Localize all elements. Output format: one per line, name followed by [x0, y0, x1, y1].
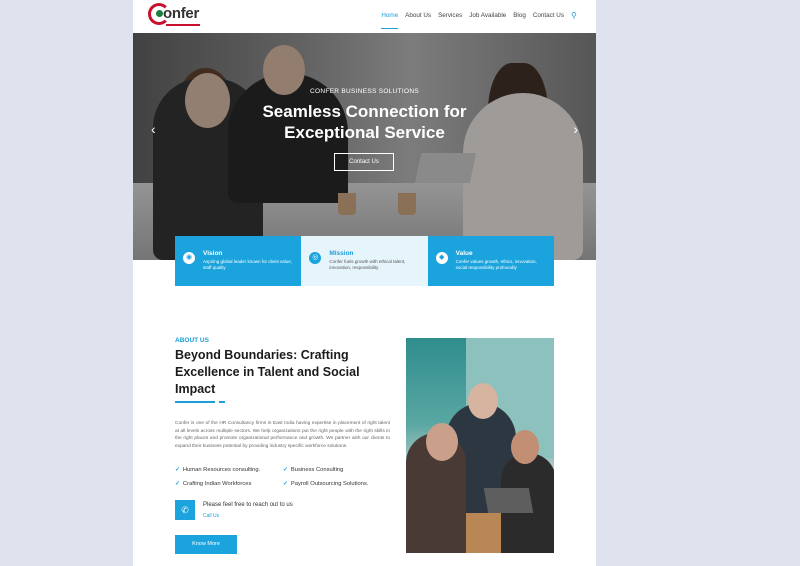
diamond-icon: ◆ [435, 252, 448, 264]
check-item: ✓ Crafting Indian Workforces [175, 481, 283, 487]
card-title: Vision [203, 250, 223, 257]
know-more-button[interactable]: Know More [175, 535, 237, 554]
check-item: ✓ Business Consulting [283, 467, 395, 473]
contact-us-button[interactable]: Contact Us [334, 153, 394, 171]
title-underline [175, 401, 215, 403]
card-mission: ◎ Mission Confer fuels growth with ethic… [301, 236, 428, 286]
hero-banner: CONFER BUSINESS SOLUTIONS Seamless Conne… [133, 33, 596, 260]
check-label: Human Resources consulting. [182, 467, 261, 473]
card-title: Mission [329, 250, 354, 257]
feature-cards: ◉ Vision Aspiring global leader known fo… [175, 236, 554, 286]
check-item: ✓ Payroll Outsourcing Solutions. [283, 481, 395, 487]
photo-person-head [511, 430, 539, 464]
main-nav: Home About Us Services Job Available Blo… [381, 12, 578, 29]
hero-subtitle: CONFER BUSINESS SOLUTIONS [310, 88, 419, 95]
call-us-link[interactable]: Call Us [203, 513, 219, 519]
about-body: Confer is one of the HR Consultancy firm… [175, 421, 390, 449]
about-title: Beyond Boundaries: Crafting Excellence i… [175, 348, 360, 396]
card-value: ◆ Value Confer values growth, ethics, in… [427, 236, 554, 286]
nav-about-us[interactable]: About Us [405, 12, 431, 19]
nav-blog[interactable]: Blog [513, 12, 526, 19]
check-label: Crafting Indian Workforces [182, 481, 252, 487]
check-label: Payroll Outsourcing Solutions. [290, 481, 369, 487]
card-title: Value [455, 250, 473, 257]
check-item: ✓ Human Resources consulting. [175, 467, 283, 473]
check-label: Business Consulting [290, 467, 344, 473]
photo-laptop [483, 488, 534, 513]
check-icon: ✓ [283, 481, 288, 487]
card-text: Confer fuels growth with ethical talent,… [329, 259, 406, 270]
photo-person-head [426, 423, 458, 461]
check-icon: ✓ [283, 467, 288, 473]
hero-title-line: Exceptional Service [284, 123, 445, 142]
card-text: Aspiring global leader known for client … [203, 259, 293, 270]
card-text: Confer values growth, ethics, innovation… [455, 259, 537, 270]
nav-services[interactable]: Services [438, 12, 462, 19]
site-header: onfer Home About Us Services Job Availab… [133, 0, 596, 33]
check-icon: ✓ [175, 467, 180, 473]
search-icon[interactable]: ⚲ [571, 12, 578, 20]
service-checklist: ✓ Human Resources consulting. ✓ Business C… [175, 467, 395, 487]
hero-title: Seamless Connection for Exceptional Serv… [133, 101, 596, 143]
hero-overlay [133, 33, 596, 260]
chevron-left-icon[interactable]: ‹ [151, 121, 156, 137]
page: onfer Home About Us Services Job Availab… [133, 0, 596, 566]
about-team-photo [406, 338, 554, 553]
logo-underline [166, 24, 200, 26]
target-icon: ◎ [309, 252, 322, 264]
nav-home[interactable]: Home [381, 12, 399, 29]
title-underline-dot [219, 401, 225, 403]
confer-logo[interactable]: onfer [148, 3, 208, 31]
nav-job-available[interactable]: Job Available [469, 12, 506, 19]
phone-icon[interactable]: ✆ [175, 500, 195, 520]
logo-text: onfer [163, 5, 200, 22]
contact-text: Please feel free to reach out to us [203, 502, 293, 508]
about-tag: ABOUT US [175, 337, 209, 344]
photo-person-head [468, 383, 498, 419]
nav-contact-us[interactable]: Contact Us [533, 12, 564, 19]
check-icon: ✓ [175, 481, 180, 487]
chevron-right-icon[interactable]: › [573, 121, 578, 137]
card-vision: ◉ Vision Aspiring global leader known fo… [175, 236, 302, 286]
logo-dot [156, 10, 163, 17]
hero-title-line: Seamless Connection for [262, 102, 467, 121]
eye-icon: ◉ [183, 252, 195, 264]
